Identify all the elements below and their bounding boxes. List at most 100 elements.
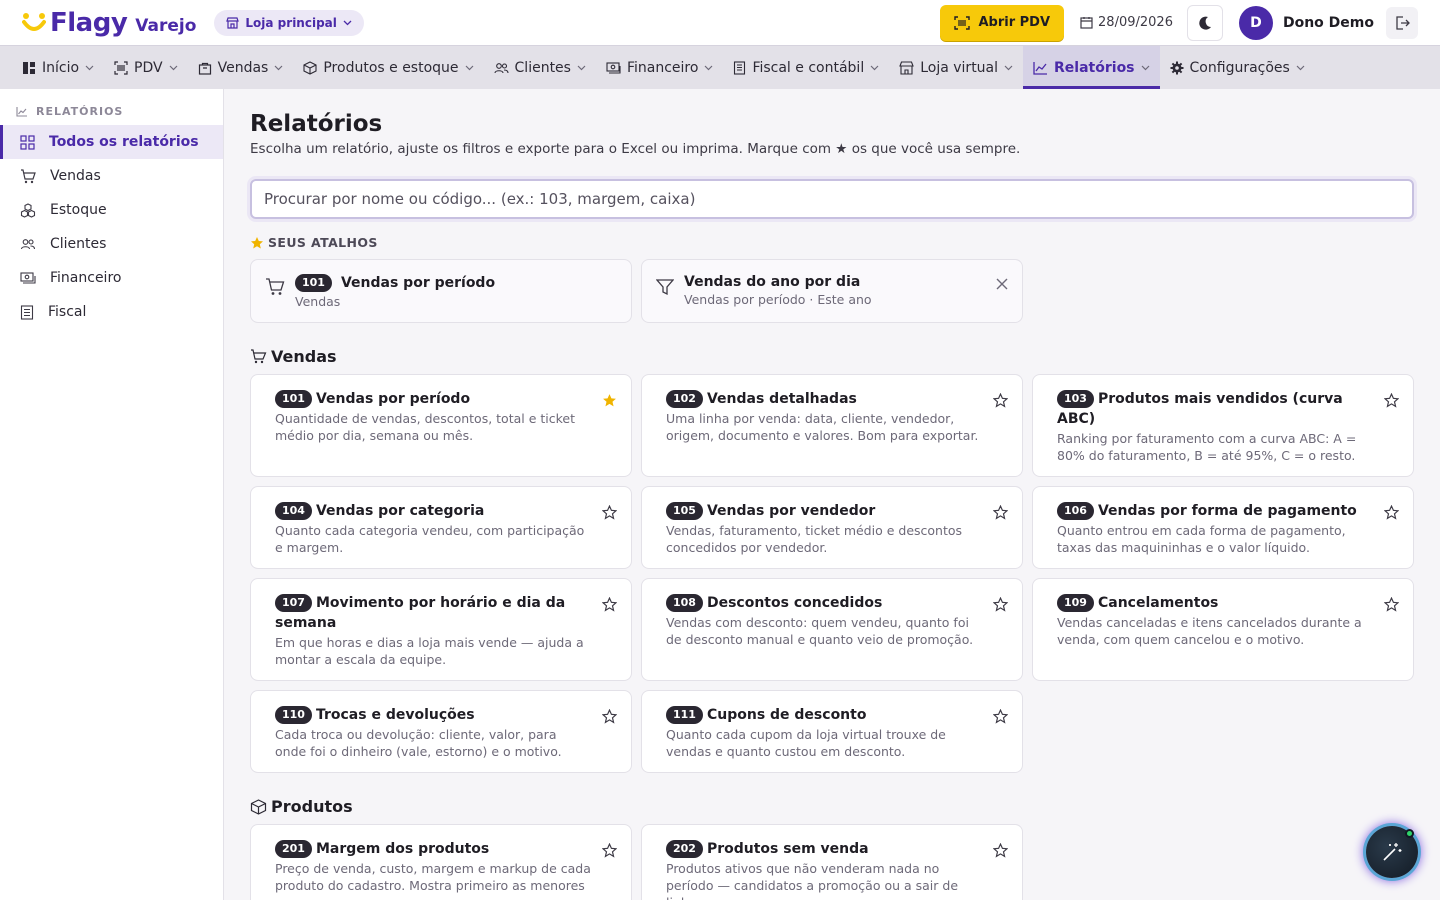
report-description: Vendas com desconto: quem vendeu, quanto… [666,615,974,647]
report-title: Cupons de desconto [706,707,867,723]
avatar: D [1238,5,1273,40]
star-outline-icon[interactable] [993,709,1008,724]
star-outline-icon[interactable] [1384,597,1399,612]
star-outline-icon[interactable] [1384,505,1399,520]
money-icon [606,61,621,74]
main-nav: Início PDV Vendas Produtos e estoque Cli… [0,45,1440,89]
group-title: Vendas [271,347,337,366]
nav-loja-virtual[interactable]: Loja virtual [889,46,1023,89]
moon-icon [1199,16,1211,30]
document-icon [20,304,34,320]
star-outline-icon[interactable] [602,709,617,724]
report-code-badge: 109 [1057,594,1094,612]
report-card[interactable]: 105 Vendas por vendedor Vendas, faturamen… [641,486,1023,569]
grid-icon [20,134,35,150]
report-code-badge: 110 [275,706,312,724]
star-outline-icon[interactable] [993,843,1008,858]
report-card[interactable]: 103 Produtos mais vendidos (curva ABC) Ra… [1032,374,1414,477]
logout-icon [1395,15,1410,30]
report-title: Margem dos produtos [315,841,490,857]
star-filled-icon[interactable] [602,393,617,408]
report-code-badge: 202 [666,840,703,858]
star-outline-icon[interactable] [1384,393,1399,408]
report-description: Ranking por faturamento com a curva ABC:… [1057,431,1357,463]
open-pdv-button[interactable]: Abrir PDV [940,4,1065,41]
sidebar-item-vendas[interactable]: Vendas [0,159,223,193]
money-icon [20,272,36,284]
shortcut-card[interactable]: Vendas do ano por dia Vendas por período… [641,259,1023,323]
report-card[interactable]: 110 Trocas e devoluções Cada troca ou dev… [250,690,632,773]
assistant-fab-button[interactable] [1366,826,1418,878]
report-code-badge: 108 [666,594,703,612]
nav-configuracoes[interactable]: Configurações [1160,46,1315,89]
star-outline-icon[interactable] [602,843,617,858]
sidebar-item-estoque[interactable]: Estoque [0,193,223,227]
logout-button[interactable] [1386,6,1418,39]
report-card[interactable]: 108 Descontos concedidos Vendas com desco… [641,578,1023,681]
nav-produtos-estoque[interactable]: Produtos e estoque [293,46,483,89]
nav-fiscal-contabil[interactable]: Fiscal e contábil [723,46,889,89]
nav-pdv[interactable]: PDV [104,46,188,89]
users-icon [20,239,36,250]
report-card[interactable]: 201 Margem dos produtos Preço de venda, c… [250,824,632,900]
shortcut-card[interactable]: 101 Vendas por período Vendas [250,259,632,323]
chevron-down-icon [85,65,94,71]
close-icon[interactable] [996,278,1008,290]
star-filled-icon [251,236,263,248]
star-outline-icon[interactable] [993,393,1008,408]
nav-financeiro[interactable]: Financeiro [596,46,723,89]
report-code-badge: 105 [666,502,703,520]
report-card[interactable]: 106 Vendas por forma de pagamento Quanto … [1032,486,1414,569]
report-code-badge: 104 [275,502,312,520]
document-icon [734,60,746,75]
chevron-down-icon [1004,65,1013,71]
nav-label: Loja virtual [920,59,999,76]
report-card[interactable]: 202 Produtos sem venda Produtos ativos qu… [641,824,1023,900]
chart-icon [16,106,27,117]
top-bar: Flagy Varejo Loja principal Abrir PDV 28… [0,0,1440,45]
nav-label: Produtos e estoque [323,59,459,76]
gear-icon [1170,61,1184,74]
magic-wand-icon [1383,843,1402,861]
nav-label: Configurações [1189,59,1290,76]
theme-toggle-button[interactable] [1186,4,1223,41]
report-card[interactable]: 104 Vendas por categoria Quanto cada cate… [250,486,632,569]
nav-label: Clientes [514,59,571,76]
shortcuts-heading: SEUS ATALHOS [250,235,1414,250]
sidebar-heading: RELATÓRIOS [0,103,223,119]
report-card[interactable]: 109 Cancelamentos Vendas canceladas e ite… [1032,578,1414,681]
brand-logo[interactable]: Flagy Varejo [22,8,196,38]
store-label: Loja principal [245,15,337,30]
report-card[interactable]: 111 Cupons de desconto Quanto cada cupom … [641,690,1023,773]
report-title: Vendas por vendedor [706,503,876,519]
sidebar: RELATÓRIOS Todos os relatórios Vendas Es… [0,89,224,900]
current-date: 28/09/2026 [1080,15,1173,30]
chevron-down-icon [577,65,586,71]
report-card[interactable]: 102 Vendas detalhadas Uma linha por venda… [641,374,1023,477]
search-input[interactable] [250,179,1414,219]
nav-vendas[interactable]: Vendas [188,46,294,89]
barcode-scan-icon [954,15,971,30]
sidebar-item-fiscal[interactable]: Fiscal [0,295,223,329]
star-outline-icon[interactable] [602,597,617,612]
report-grid-produtos: 201 Margem dos produtos Preço de venda, c… [250,824,1414,900]
star-outline-icon[interactable] [602,505,617,520]
report-title: Trocas e devoluções [315,707,475,723]
sidebar-item-financeiro[interactable]: Financeiro [0,261,223,295]
store-selector[interactable]: Loja principal [214,9,364,36]
sidebar-item-todos[interactable]: Todos os relatórios [0,125,223,159]
report-card[interactable]: 107 Movimento por horário e dia da semana… [250,578,632,681]
report-title: Produtos sem venda [706,841,869,857]
star-outline-icon[interactable] [993,597,1008,612]
report-grid-vendas: 101 Vendas por período Quantidade de vend… [250,374,1414,773]
shortcut-title: Vendas do ano por dia [684,274,861,290]
report-code-badge: 111 [666,706,703,724]
star-outline-icon[interactable] [993,505,1008,520]
nav-relatorios[interactable]: Relatórios [1023,46,1160,89]
user-menu[interactable]: D Dono Demo [1238,5,1374,40]
nav-clientes[interactable]: Clientes [484,46,596,89]
sidebar-item-clientes[interactable]: Clientes [0,227,223,261]
report-code-badge: 106 [1057,502,1094,520]
report-card[interactable]: 101 Vendas por período Quantidade de vend… [250,374,632,477]
nav-inicio[interactable]: Início [12,46,104,89]
